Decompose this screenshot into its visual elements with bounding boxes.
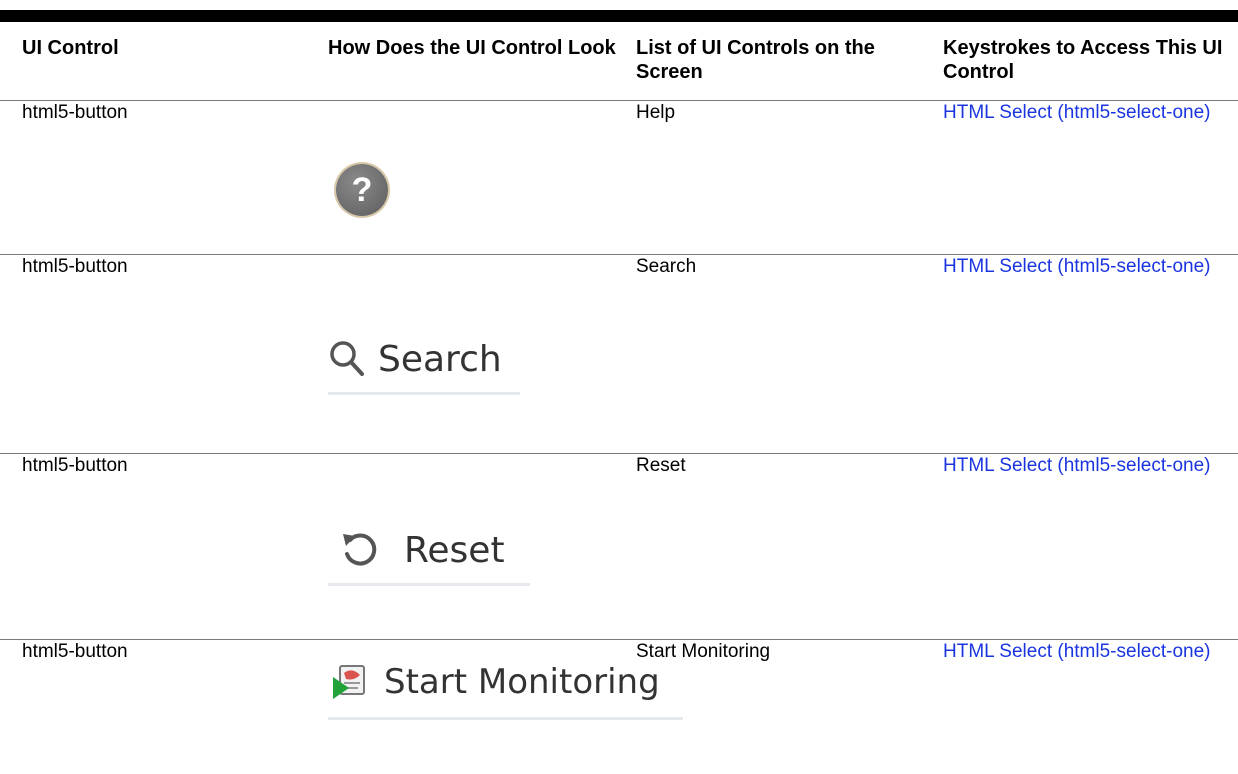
control-type: html5-button [22, 641, 128, 662]
start-monitoring-button-preview: Start Monitoring [328, 658, 683, 720]
table-row: html5-button Search Search HTML Select (… [0, 255, 1238, 453]
start-monitoring-icon [333, 665, 365, 699]
keystroke-link[interactable]: HTML Select (html5-select-one) [943, 640, 1233, 663]
search-icon [330, 341, 364, 376]
document-page: UI Control How Does the UI Control Look … [0, 0, 1238, 774]
list-item-label: Help [636, 102, 676, 123]
list-item-label: Start Monitoring [636, 641, 771, 662]
table-header-row: UI Control How Does the UI Control Look … [0, 36, 1238, 100]
search-button-preview: Search [328, 335, 520, 395]
list-item-label: Search [636, 256, 697, 277]
table-row: html5-button Reset Reset HTML Select (ht… [0, 454, 1238, 639]
control-type: html5-button [22, 102, 128, 123]
help-question-icon: ? [336, 164, 388, 216]
header-keystrokes: Keystrokes to Access This UI Control [943, 37, 1223, 83]
reset-button-preview: Reset [328, 526, 530, 586]
table-row: html5-button ? Help HTML Select (html5-s… [0, 101, 1238, 254]
keystroke-link[interactable]: HTML Select (html5-select-one) [943, 454, 1233, 477]
control-type: html5-button [22, 455, 128, 476]
reset-icon [343, 533, 377, 566]
button-underline [328, 392, 520, 395]
table-row: html5-button Start Monitoring Start Moni… [0, 640, 1238, 774]
button-underline [328, 583, 530, 586]
keystroke-link[interactable]: HTML Select (html5-select-one) [943, 255, 1233, 278]
search-button-label: Search [378, 338, 502, 380]
reset-button-label: Reset [404, 529, 505, 571]
list-item-label: Reset [636, 455, 686, 476]
header-list-controls: List of UI Controls on the Screen [636, 37, 875, 83]
header-ui-control: UI Control [22, 37, 119, 59]
start-monitoring-button-label: Start Monitoring [384, 662, 660, 702]
header-how-look: How Does the UI Control Look [328, 37, 616, 59]
control-type: html5-button [22, 256, 128, 277]
table-top-rule [0, 10, 1238, 22]
keystroke-link[interactable]: HTML Select (html5-select-one) [943, 101, 1233, 124]
button-underline [328, 717, 683, 720]
